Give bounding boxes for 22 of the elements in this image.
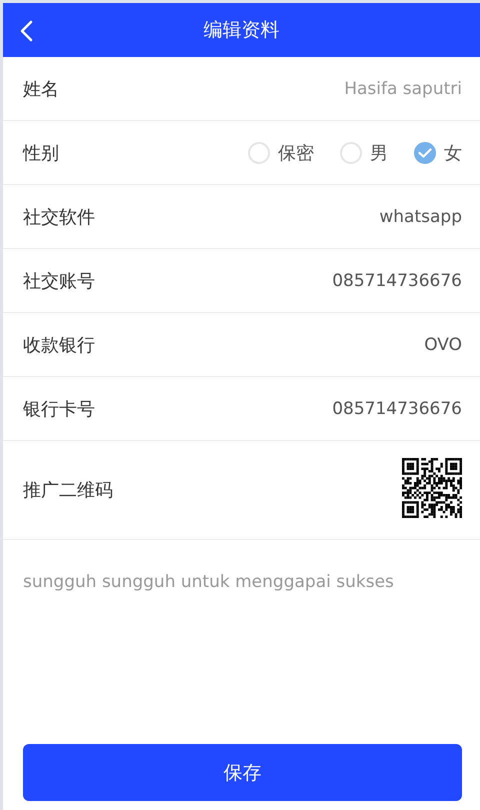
radio-label: 保密	[278, 142, 314, 164]
field-label: 银行卡号	[23, 398, 95, 420]
field-value: OVO	[424, 334, 462, 354]
back-icon[interactable]	[19, 20, 33, 42]
save-button[interactable]: 保存	[23, 744, 462, 801]
page-title: 编辑资料	[204, 18, 280, 43]
qr-code	[402, 458, 462, 518]
field-label: 推广二维码	[23, 479, 113, 502]
radio-label: 女	[444, 142, 462, 164]
radio-label: 男	[370, 142, 388, 164]
check-icon	[418, 148, 432, 158]
radio-button[interactable]	[414, 142, 436, 164]
field-label: 社交软件	[23, 206, 95, 228]
bio-textarea[interactable]: sungguh sungguh untuk menggapai sukses	[23, 572, 460, 722]
field-label: 性别	[23, 142, 59, 164]
field-value: whatsapp	[379, 206, 462, 226]
name-field[interactable]: Hasifa saputri	[344, 78, 462, 98]
field-value: 085714736676	[332, 270, 462, 290]
field-label: 收款银行	[23, 334, 95, 356]
field-value: 085714736676	[332, 398, 462, 418]
field-label: 姓名	[23, 78, 59, 100]
field-label: 社交账号	[23, 270, 95, 292]
